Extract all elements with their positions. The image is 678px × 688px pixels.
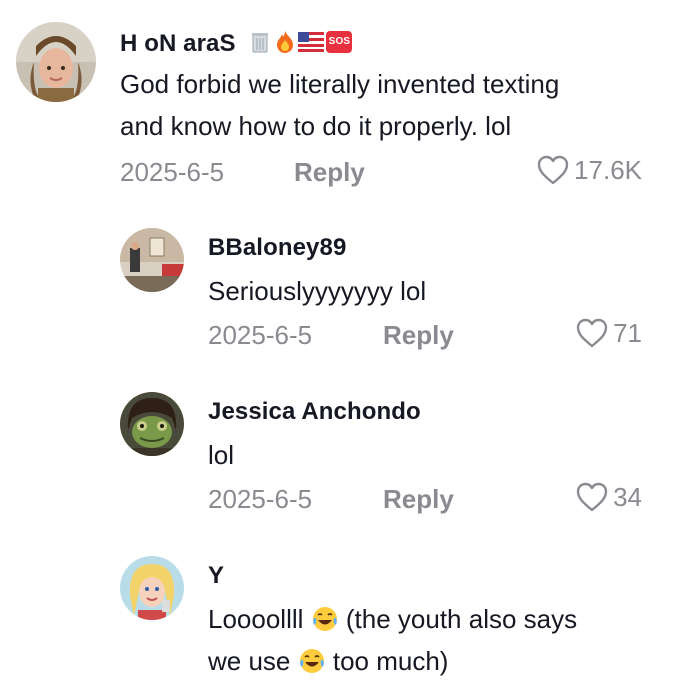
comment-text-line-1: Seriouslyyyyyyy lol — [208, 276, 427, 306]
avatar[interactable] — [16, 22, 96, 102]
heart-icon[interactable] — [536, 154, 570, 186]
avatar[interactable] — [120, 556, 184, 620]
like-count: 71 — [613, 317, 642, 348]
comment-text-line-2: we use too much) — [208, 640, 448, 682]
comment-username[interactable]: H oN araS SOS — [120, 30, 353, 58]
comment-text-segment: too much) — [332, 646, 449, 676]
wastebasket-icon — [252, 33, 269, 53]
comment-date: 2025-6-5 — [208, 320, 313, 350]
comment-text-line-2: and know how to do it properly. lol — [120, 111, 512, 141]
heart-icon[interactable] — [575, 317, 609, 349]
us-flag-icon — [298, 32, 325, 52]
reply-button[interactable]: Reply — [294, 157, 365, 188]
like-button[interactable]: 17.6K — [536, 154, 642, 186]
sos-icon: SOS — [326, 31, 353, 53]
like-count: 34 — [613, 481, 642, 512]
comment-top-level: H oN araS SOS God forbid we literally in… — [0, 0, 678, 200]
comment-username[interactable]: BBaloney89 — [208, 234, 346, 262]
comment-text-line-1: God forbid we literally invented texting — [120, 69, 560, 99]
comment-text-segment: Loooollll — [208, 604, 304, 634]
comment-date: 2025-6-5 — [120, 157, 225, 187]
username-text[interactable]: H oN araS — [120, 30, 236, 57]
reply-comment: Jessica Anchondo lol 2025-6-5 Reply 34 — [0, 364, 678, 528]
avatar[interactable] — [120, 228, 184, 292]
comment-text-segment: we use — [208, 646, 291, 676]
avatar[interactable] — [120, 392, 184, 456]
name-badges: SOS — [248, 30, 353, 54]
laughing-crying-emoji-icon — [312, 607, 337, 631]
comment-username[interactable]: Y — [208, 562, 224, 590]
fire-icon — [277, 31, 294, 53]
heart-icon[interactable] — [575, 481, 609, 513]
comment-username[interactable]: Jessica Anchondo — [208, 398, 421, 426]
reply-comment: BBaloney89 Seriouslyyyyyyy lol 2025-6-5 … — [0, 200, 678, 364]
laughing-crying-emoji-icon — [299, 649, 324, 673]
like-count: 17.6K — [574, 154, 642, 185]
reply-button[interactable]: Reply — [383, 484, 454, 515]
like-button[interactable]: 71 — [575, 317, 642, 349]
reply-comment: Y Loooollll (the youth also says we use … — [0, 528, 678, 688]
comment-text-line-1: Loooollll (the youth also says — [208, 598, 577, 640]
comment-text-segment: (the youth also says — [345, 604, 578, 634]
reply-button[interactable]: Reply — [383, 320, 454, 351]
comment-date: 2025-6-5 — [208, 484, 313, 514]
like-button[interactable]: 34 — [575, 481, 642, 513]
comment-text-line-1: lol — [208, 440, 235, 470]
